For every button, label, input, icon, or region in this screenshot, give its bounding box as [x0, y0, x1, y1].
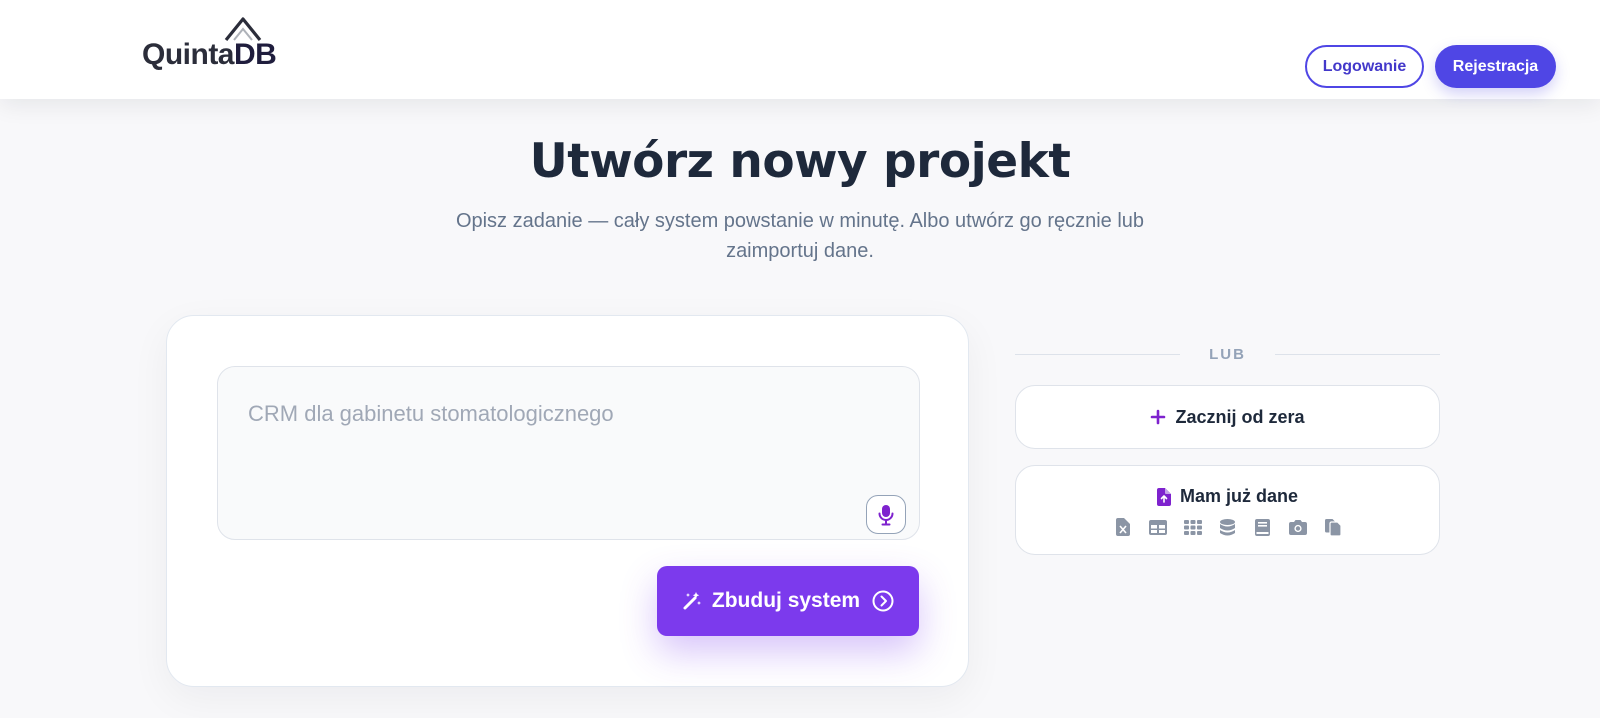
grid-icon	[1183, 518, 1202, 536]
start-from-scratch-label: Zacznij od zera	[1175, 406, 1305, 427]
excel-file-icon	[1114, 518, 1132, 536]
build-system-button[interactable]: Zbuduj system	[657, 566, 919, 636]
file-import-icon	[1156, 487, 1171, 506]
build-system-label: Zbuduj system	[711, 589, 861, 612]
divider-line	[1275, 354, 1440, 355]
import-data-label: Mam już dane	[1179, 486, 1299, 506]
or-divider: LUB	[1015, 342, 1440, 368]
start-from-scratch-button[interactable]: Zacznij od zera	[1015, 385, 1440, 449]
register-button[interactable]: Rejestracja	[1435, 45, 1556, 88]
prompt-placeholder: CRM dla gabinetu stomatologicznego	[248, 401, 614, 426]
copy-files-icon	[1324, 518, 1342, 536]
database-icon	[1219, 518, 1237, 536]
voice-input-button[interactable]	[866, 495, 906, 534]
camera-icon	[1288, 518, 1307, 536]
ai-builder-card: CRM dla gabinetu stomatologicznego Zbudu…	[166, 315, 969, 687]
magic-wand-icon	[682, 591, 702, 611]
import-data-button[interactable]: Mam już dane	[1015, 465, 1440, 555]
logo-text: QuintaDB	[142, 38, 277, 71]
login-button[interactable]: Logowanie	[1305, 45, 1424, 88]
plus-icon	[1150, 409, 1166, 425]
chevron-right-circle-icon	[872, 590, 894, 612]
page-subtitle: Opisz zadanie — cały system powstanie w …	[455, 210, 1145, 262]
quintadb-logo[interactable]: QuintaDB	[142, 16, 277, 76]
divider-line	[1015, 354, 1180, 355]
microphone-icon	[878, 504, 894, 525]
or-label: LUB	[1209, 346, 1246, 363]
prompt-textarea[interactable]: CRM dla gabinetu stomatologicznego	[217, 366, 920, 540]
top-navbar: QuintaDB Logowanie Rejestracja	[0, 0, 1600, 99]
book-icon	[1254, 518, 1272, 536]
page-title: Utwórz nowy projekt	[529, 134, 1071, 189]
table-icon	[1148, 518, 1167, 536]
data-source-icons	[1016, 518, 1439, 536]
